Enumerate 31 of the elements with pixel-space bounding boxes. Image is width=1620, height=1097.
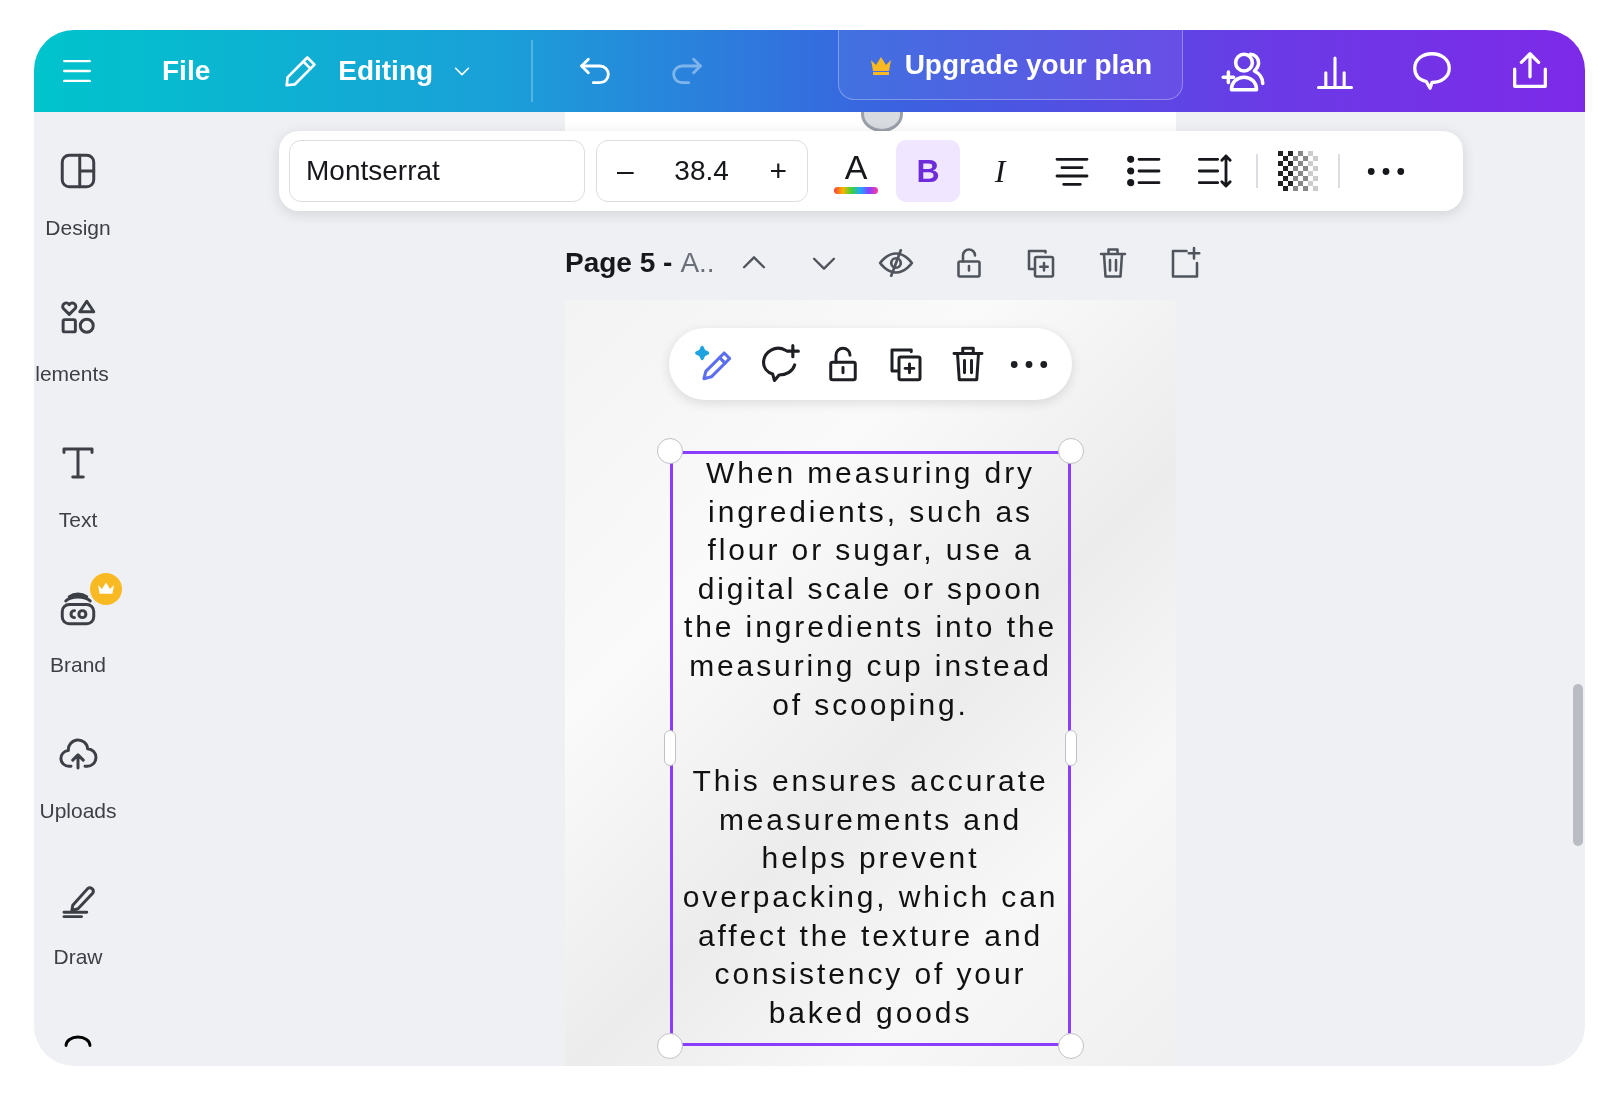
resize-handle[interactable]: [657, 438, 683, 464]
page-subtitle[interactable]: A..: [680, 247, 715, 279]
resize-handle[interactable]: [1058, 438, 1084, 464]
font-size-value[interactable]: 38.4: [674, 155, 729, 187]
paragraph: This ensures accurate measurements and helps prevent overpacking, which can affect the texture and consistency of your baked goods: [681, 763, 1060, 1031]
color-bar: [834, 187, 878, 194]
sidebar-item[interactable]: lements: [34, 281, 122, 428]
upgrade-button[interactable]: Upgrade your plan: [837, 30, 1183, 100]
text-box[interactable]: [670, 451, 1071, 1046]
text-color-button[interactable]: A: [824, 140, 888, 202]
page-title: Page 5 -: [565, 247, 673, 279]
sidebar-item[interactable]: Brand: [34, 573, 122, 720]
paragraph: When measuring dry ingredients, such as flour or sugar, use a digital scale or spoon the ingredients into the measuring cup instead of scooping.: [682, 455, 1059, 723]
font-field[interactable]: Montserrat: [289, 140, 585, 202]
bold-button[interactable]: B: [896, 140, 960, 202]
italic-button[interactable]: I: [968, 140, 1032, 202]
sidebar-item[interactable]: Text: [34, 427, 122, 574]
resize-handle[interactable]: [664, 730, 676, 766]
checkerboard-icon: [1278, 151, 1318, 191]
sidebar-item[interactable]: Design: [34, 136, 122, 282]
more-options-button[interactable]: [1009, 359, 1048, 369]
scrollbar[interactable]: [1573, 684, 1583, 846]
resize-handle[interactable]: [1065, 730, 1077, 766]
resize-handle[interactable]: [657, 1033, 683, 1059]
sidebar-item[interactable]: Uploads: [34, 719, 122, 866]
more-icon: [1367, 166, 1405, 176]
sidebar-item[interactable]: Draw: [34, 865, 122, 1011]
more-icon: [1009, 359, 1048, 369]
decrease-size-button[interactable]: –: [607, 154, 644, 188]
resize-handle[interactable]: [1058, 1033, 1084, 1059]
increase-size-button[interactable]: +: [759, 154, 797, 188]
